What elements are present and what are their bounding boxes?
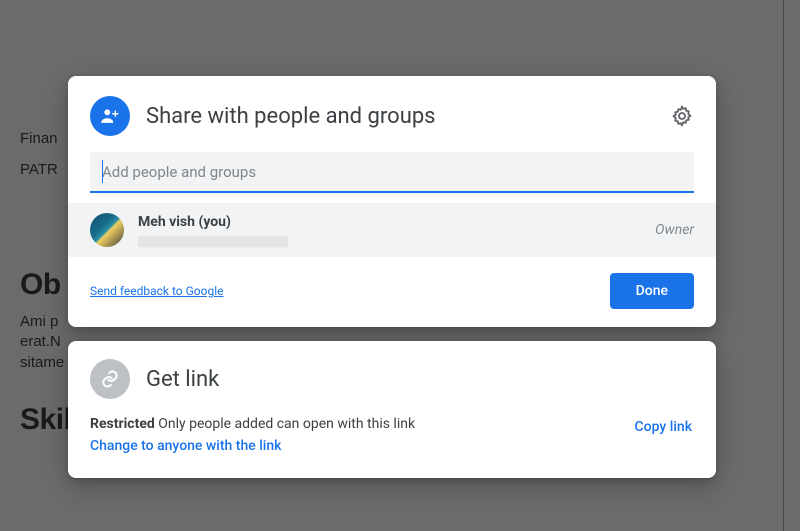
window-divider bbox=[783, 0, 784, 531]
text-caret bbox=[102, 160, 103, 183]
done-button[interactable]: Done bbox=[610, 273, 694, 309]
share-card: Share with people and groups Meh vish (y… bbox=[68, 76, 716, 327]
add-people-input[interactable] bbox=[102, 163, 682, 181]
avatar bbox=[90, 213, 124, 247]
person-name: Meh vish (you) bbox=[138, 213, 655, 231]
restriction-text: Only people added can open with this lin… bbox=[155, 416, 415, 432]
share-title: Share with people and groups bbox=[146, 104, 670, 129]
person-row: Meh vish (you) Owner bbox=[68, 203, 716, 257]
add-people-input-wrap[interactable] bbox=[90, 152, 694, 193]
share-dialog: Share with people and groups Meh vish (y… bbox=[68, 76, 716, 492]
getlink-title: Get link bbox=[146, 367, 219, 392]
getlink-header: Get link bbox=[90, 359, 694, 399]
feedback-link[interactable]: Send feedback to Google bbox=[90, 284, 224, 298]
person-add-icon bbox=[90, 96, 130, 136]
person-role: Owner bbox=[655, 222, 694, 238]
getlink-card[interactable]: Get link Restricted Only people added ca… bbox=[68, 341, 716, 478]
restriction-line: Restricted Only people added can open wi… bbox=[90, 413, 415, 435]
settings-button[interactable] bbox=[670, 104, 694, 128]
person-info: Meh vish (you) bbox=[138, 213, 655, 246]
getlink-body: Restricted Only people added can open wi… bbox=[90, 413, 694, 458]
share-footer: Send feedback to Google Done bbox=[68, 257, 716, 327]
copy-link-button[interactable]: Copy link bbox=[633, 413, 694, 441]
link-icon bbox=[90, 359, 130, 399]
getlink-text: Restricted Only people added can open wi… bbox=[90, 413, 415, 458]
restriction-label: Restricted bbox=[90, 416, 155, 432]
share-header: Share with people and groups bbox=[68, 76, 716, 152]
gear-icon bbox=[670, 104, 694, 128]
change-access-link[interactable]: Change to anyone with the link bbox=[90, 435, 415, 457]
person-email-blurred bbox=[138, 236, 288, 247]
